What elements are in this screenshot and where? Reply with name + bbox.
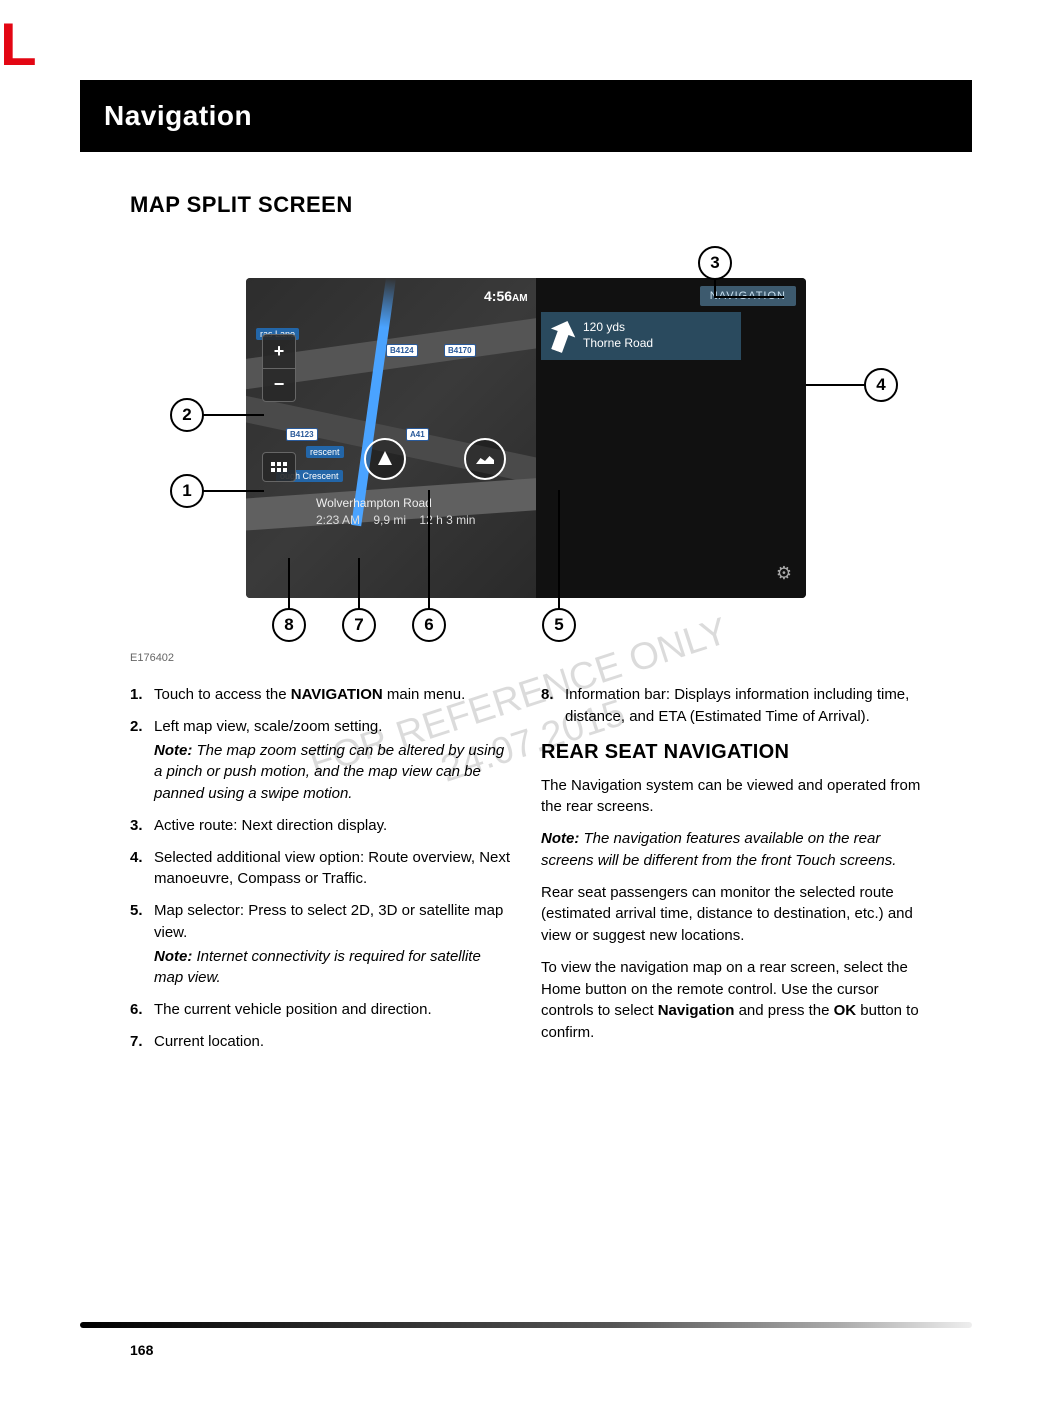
list-number: 3.	[130, 815, 154, 837]
bold-text: OK	[834, 1002, 857, 1019]
leader-line	[202, 490, 264, 492]
footer-rule	[80, 1322, 972, 1328]
leader-line	[714, 296, 784, 298]
callout-2: 2	[170, 398, 204, 432]
bold-text: Navigation	[658, 1002, 735, 1019]
page-header: Navigation	[80, 80, 972, 152]
current-location-label: Wolverhampton Road	[316, 496, 432, 510]
bold-text: NAVIGATION	[291, 686, 383, 703]
paragraph: Rear seat passengers can monitor the sel…	[541, 882, 922, 947]
figure: 3 4 2 1 8 7 6 5	[130, 238, 922, 664]
brand-letter: L	[0, 15, 37, 75]
list-text: Information bar: Displays information in…	[565, 684, 922, 728]
list-item: 4. Selected additional view option: Rout…	[130, 847, 511, 891]
list-text: Active route: Next direction display.	[154, 815, 511, 837]
callout-5: 5	[542, 608, 576, 642]
header-title: Navigation	[104, 100, 948, 132]
list-number: 7.	[130, 1031, 154, 1053]
clock: 4:56AM	[484, 288, 528, 304]
diagram: 3 4 2 1 8 7 6 5	[146, 238, 906, 648]
info-bar: 2:23 AM 9,9 mi 12 h 3 min	[316, 513, 485, 527]
right-column: 8. Information bar: Displays information…	[541, 684, 922, 1063]
list-text: Map selector: Press to select 2D, 3D or …	[154, 900, 511, 944]
list-number: 6.	[130, 999, 154, 1021]
road-shield: B4123	[286, 428, 318, 441]
list-text: Left map view, scale/zoom setting.	[154, 716, 511, 738]
note-text: The navigation features available on the…	[541, 830, 896, 869]
leader-line	[288, 558, 290, 610]
info-distance: 9,9 mi	[373, 513, 406, 527]
figure-code: E176402	[130, 652, 922, 664]
section-title: MAP SPLIT SCREEN	[130, 192, 922, 218]
list-number: 2.	[130, 716, 154, 805]
clock-period: AM	[512, 293, 528, 304]
text: and press the	[734, 1002, 833, 1019]
note-text: The map zoom setting can be altered by u…	[154, 742, 504, 803]
subsection-title: REAR SEAT NAVIGATION	[541, 738, 922, 767]
leader-line	[558, 490, 560, 610]
note-label: Note:	[541, 830, 579, 847]
list-text: main menu.	[383, 686, 466, 703]
list-item: 7. Current location.	[130, 1031, 511, 1053]
list-number: 4.	[130, 847, 154, 891]
list-item: 5. Map selector: Press to select 2D, 3D …	[130, 900, 511, 989]
road-shield: B4170	[444, 344, 476, 357]
list-text: Current location.	[154, 1031, 511, 1053]
leader-line	[806, 384, 866, 386]
list-item: 6. The current vehicle position and dire…	[130, 999, 511, 1021]
next-direction-display: 120 yds Thorne Road	[541, 312, 741, 360]
road-shield: A41	[406, 428, 429, 441]
vehicle-position-icon	[364, 438, 406, 480]
turn-arrow-icon	[544, 317, 579, 356]
callout-6: 6	[412, 608, 446, 642]
info-eta: 2:23 AM	[316, 513, 360, 527]
leader-line	[202, 414, 264, 416]
callout-7: 7	[342, 608, 376, 642]
note-text: Internet connectivity is required for sa…	[154, 948, 481, 987]
zoom-control[interactable]: + −	[262, 334, 296, 402]
zoom-in-button[interactable]: +	[263, 335, 295, 369]
map-selector-button[interactable]	[464, 438, 506, 480]
callout-4: 4	[864, 368, 898, 402]
page-number: 168	[130, 1342, 153, 1358]
leader-line	[714, 278, 716, 298]
list-text: Touch to access the	[154, 686, 291, 703]
direction-distance: 120 yds	[583, 320, 653, 336]
note-label: Note:	[154, 742, 192, 759]
list-text: The current vehicle position and directi…	[154, 999, 511, 1021]
list-text: Selected additional view option: Route o…	[154, 847, 511, 891]
callout-3: 3	[698, 246, 732, 280]
nav-screen: ras Lane rescent ough Crescent B4124 B41…	[246, 278, 806, 598]
street-label: rescent	[306, 446, 344, 458]
list-number: 8.	[541, 684, 565, 728]
callout-8: 8	[272, 608, 306, 642]
note-label: Note:	[154, 948, 192, 965]
paragraph: The Navigation system can be viewed and …	[541, 775, 922, 819]
direction-road: Thorne Road	[583, 336, 653, 352]
left-column: 1. Touch to access the NAVIGATION main m…	[130, 684, 511, 1063]
list-number: 1.	[130, 684, 154, 706]
callout-1: 1	[170, 474, 204, 508]
list-number: 5.	[130, 900, 154, 989]
road-shield: B4124	[386, 344, 418, 357]
menu-grid-button[interactable]	[262, 452, 296, 482]
list-item: 2. Left map view, scale/zoom setting. No…	[130, 716, 511, 805]
leader-line	[358, 558, 360, 610]
settings-icon[interactable]: ⚙	[776, 563, 792, 584]
list-item: 1. Touch to access the NAVIGATION main m…	[130, 684, 511, 706]
clock-time: 4:56	[484, 288, 512, 304]
paragraph: To view the navigation map on a rear scr…	[541, 957, 922, 1044]
zoom-out-button[interactable]: −	[263, 369, 295, 402]
leader-line	[428, 490, 430, 610]
list-item: 3. Active route: Next direction display.	[130, 815, 511, 837]
list-item: 8. Information bar: Displays information…	[541, 684, 922, 728]
